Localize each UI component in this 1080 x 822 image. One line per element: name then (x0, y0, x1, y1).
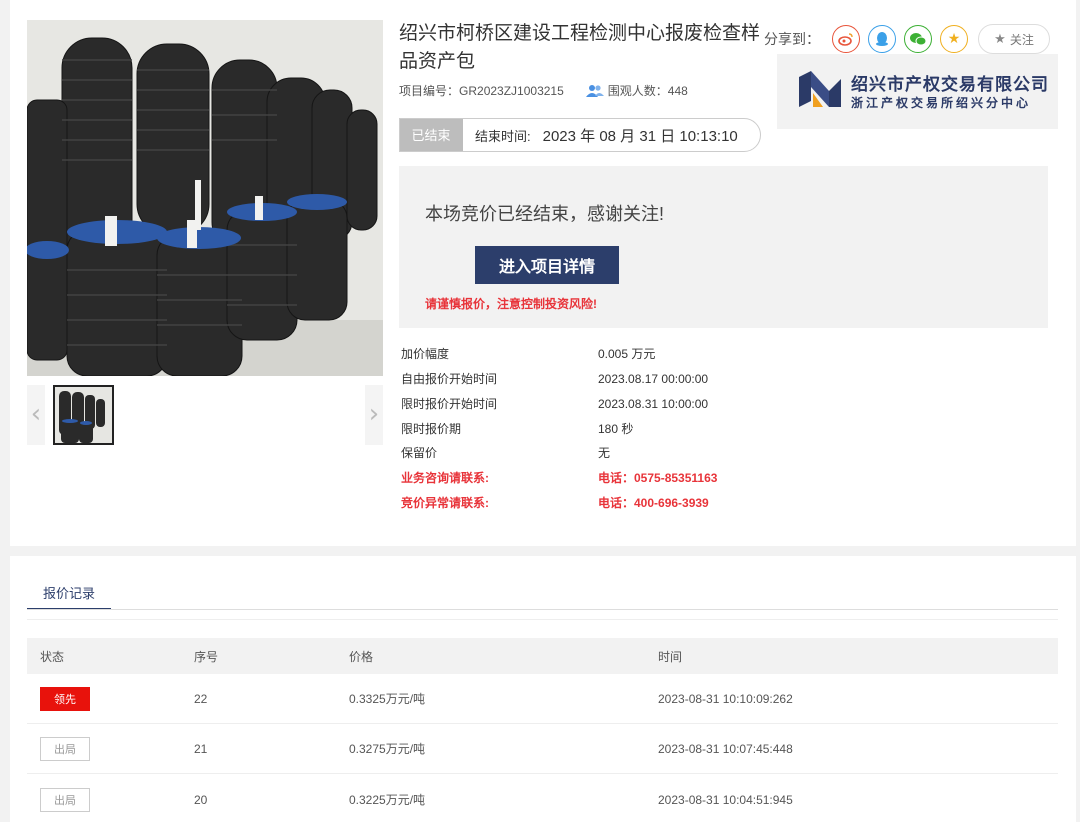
row-price: 0.3325万元/吨 (349, 692, 426, 706)
share-label: 分享到： (764, 31, 820, 47)
info-value: 电话：0575-85351163 (598, 471, 718, 485)
follow-label: 关注 (1009, 32, 1034, 47)
ended-message: 本场竞价已经结束，感谢关注! (425, 204, 664, 224)
info-row: 自由报价开始时间 2023.08.17 00:00:00 (401, 369, 801, 389)
row-time: 2023-08-31 10:10:09:262 (658, 691, 793, 706)
chevron-left-icon[interactable]: ‹ (27, 385, 45, 445)
project-detail-button[interactable]: 进入项目详情 (475, 246, 619, 284)
col-status: 状态 (40, 649, 65, 664)
star-icon: ★ (994, 31, 1006, 47)
status-badge-out: 出局 (40, 787, 90, 812)
chevron-right-icon[interactable]: › (365, 385, 383, 445)
users-icon (585, 84, 604, 97)
info-key: 限时报价开始时间 (401, 397, 498, 411)
info-value: 电话：400-696-3939 (598, 496, 709, 510)
info-row-contact: 竞价异常请联系: 电话：400-696-3939 (401, 493, 801, 513)
info-row: 限时报价期 180 秒 (401, 419, 801, 439)
status-badge-lead: 领先 (40, 686, 90, 711)
product-photo[interactable] (27, 20, 383, 376)
share-bar: 分享到： ★ ★ 关注 (764, 24, 1050, 54)
page-title: 绍兴市柯桥区建设工程检测中心报废检查样品资产包 (399, 23, 761, 72)
col-no: 序号 (194, 649, 219, 664)
follow-button[interactable]: ★ 关注 (978, 24, 1050, 54)
end-time-label: 结束时间: (475, 128, 531, 144)
viewers-count: 448 (667, 83, 688, 98)
info-key: 自由报价开始时间 (401, 372, 498, 386)
project-meta: 项目编号： GR2023ZJ1003215 围观人数： 448 (399, 82, 688, 99)
info-value: 2023.08.31 10:00:00 (598, 397, 709, 411)
col-price: 价格 (349, 649, 374, 664)
info-row: 保留价 无 (401, 443, 801, 463)
info-key: 业务咨询请联系: (401, 471, 489, 485)
project-no: GR2023ZJ1003215 (459, 83, 564, 98)
qzone-icon[interactable]: ★ (940, 25, 968, 53)
info-key: 保留价 (401, 446, 438, 460)
tab-divider (27, 619, 1058, 620)
org-logo: 绍兴市产权交易有限公司 浙江产权交易所绍兴分中心 (777, 54, 1058, 129)
info-row-contact: 业务咨询请联系: 电话：0575-85351163 (401, 468, 801, 488)
col-time: 时间 (658, 649, 683, 664)
row-time: 2023-08-31 10:07:45:448 (658, 741, 793, 756)
risk-warning: 请谨慎报价，注意控制投资风险! (425, 297, 597, 311)
tab-bid-records[interactable]: 报价记录 (27, 576, 111, 610)
table-header: 状态 序号 价格 时间 (27, 638, 1058, 674)
thumbnail-image[interactable] (53, 385, 114, 445)
row-no: 22 (194, 691, 208, 706)
viewers-label: 围观人数： (607, 84, 668, 98)
info-key: 限时报价期 (401, 422, 462, 436)
info-value: 无 (598, 446, 611, 460)
tab-divider (27, 609, 1058, 610)
row-time: 2023-08-31 10:04:51:945 (658, 792, 793, 807)
row-no: 21 (194, 741, 208, 756)
qq-icon[interactable] (868, 25, 896, 53)
org-subname: 浙江产权交易所绍兴分中心 (851, 96, 1032, 110)
viewers: 围观人数： 448 (585, 82, 688, 99)
table-row: 领先 22 0.3325万元/吨 2023-08-31 10:10:09:262 (27, 674, 1058, 724)
info-key: 竞价异常请联系: (401, 496, 489, 510)
row-price: 0.3275万元/吨 (349, 742, 426, 756)
weibo-icon[interactable] (832, 25, 860, 53)
project-no-label: 项目编号： (399, 84, 460, 98)
info-value: 2023.08.17 00:00:00 (598, 372, 709, 386)
info-row: 加价幅度 0.005 万元 (401, 344, 801, 364)
auction-ended-box: 本场竞价已经结束，感谢关注! 进入项目详情 请谨慎报价，注意控制投资风险! (399, 166, 1048, 328)
status-badge-out: 出局 (40, 736, 90, 761)
row-price: 0.3225万元/吨 (349, 793, 426, 807)
info-key: 加价幅度 (401, 347, 450, 361)
wechat-icon[interactable] (904, 25, 932, 53)
row-no: 20 (194, 792, 208, 807)
thumbnail-strip: ‹ › (27, 385, 383, 445)
info-value: 0.005 万元 (598, 347, 656, 361)
status-bar: 已结束 结束时间: 2023 年 08 月 31 日 10:13:10 (399, 118, 761, 152)
info-value: 180 秒 (598, 422, 634, 436)
table-row: 出局 20 0.3225万元/吨 2023-08-31 10:04:51:945 (27, 775, 1058, 822)
org-logo-icon (799, 71, 841, 107)
end-time: 2023 年 08 月 31 日 10:13:10 (542, 127, 738, 145)
table-row: 出局 21 0.3275万元/吨 2023-08-31 10:07:45:448 (27, 724, 1058, 774)
org-name: 绍兴市产权交易有限公司 (851, 75, 1049, 94)
info-row: 限时报价开始时间 2023.08.31 10:00:00 (401, 394, 801, 414)
status-badge: 已结束 (400, 119, 463, 151)
